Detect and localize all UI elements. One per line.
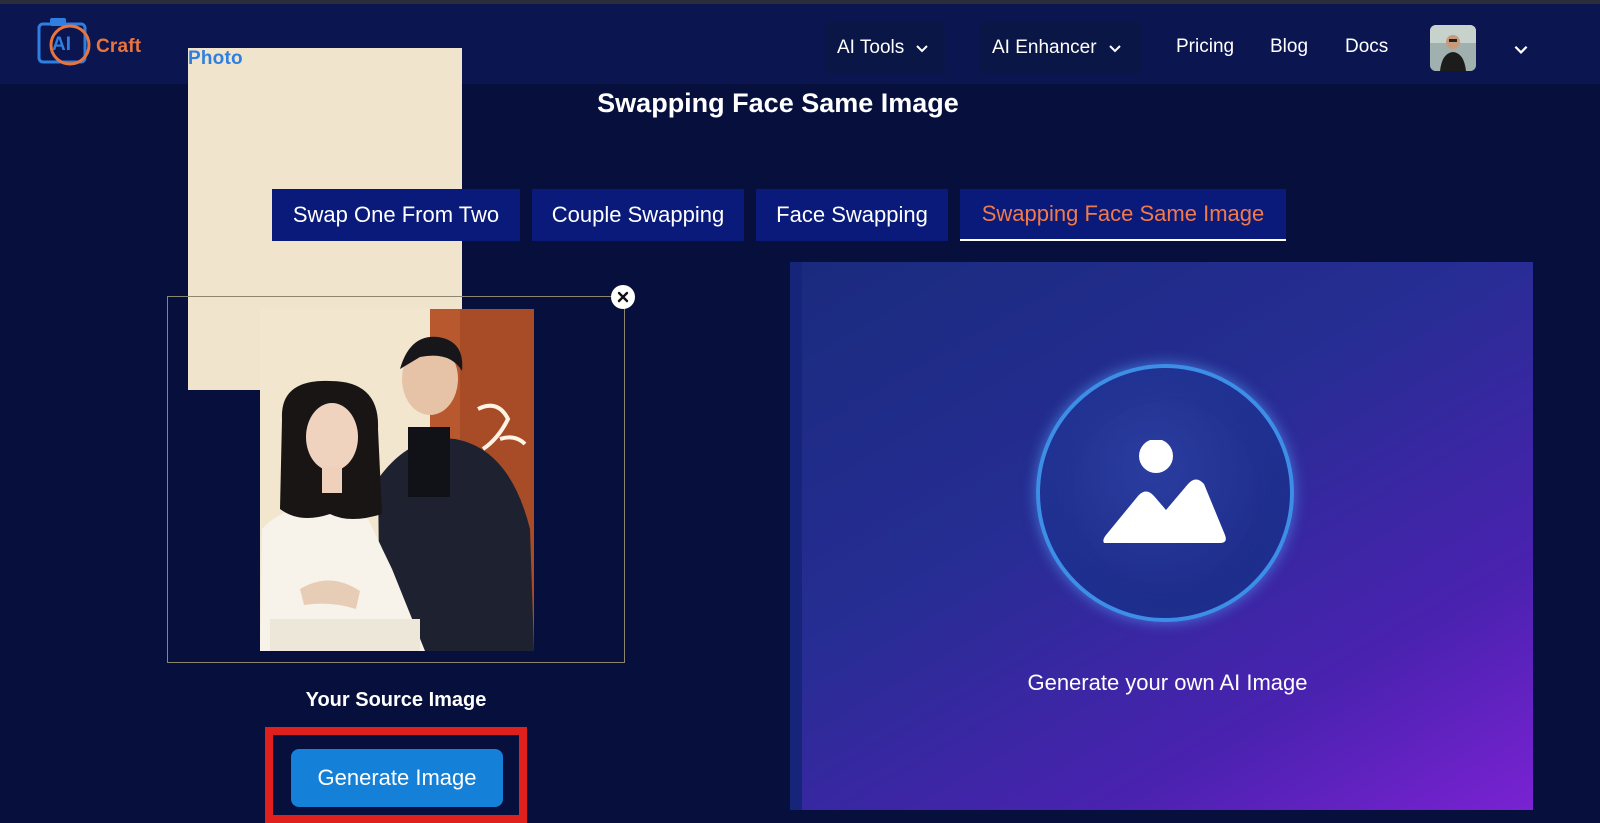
image-placeholder-icon <box>1103 440 1226 543</box>
output-placeholder-text: Generate your own AI Image <box>1027 670 1308 695</box>
nav-ai-enhancer-label: AI Enhancer <box>992 37 1097 58</box>
couple-photo <box>260 309 534 651</box>
site-header: AI Photo Craft AI Tools AI Enhancer Prici… <box>0 4 1600 390</box>
user-avatar[interactable] <box>1430 25 1476 71</box>
nav-ai-tools-dropdown[interactable]: AI Tools <box>825 22 945 74</box>
tab-label: Couple Swapping <box>551 202 725 227</box>
tab-swapping-face-same-image[interactable]: Swapping Face Same Image <box>960 189 1286 241</box>
tab-face-swapping[interactable]: Face Swapping <box>756 189 948 241</box>
brand-logo[interactable]: AI Photo Craft <box>36 12 462 390</box>
avatar-image <box>1430 25 1476 71</box>
source-image-dropzone[interactable] <box>167 296 625 663</box>
logo-ai-text: AI <box>52 34 71 55</box>
generate-image-button[interactable]: Generate Image <box>291 749 503 807</box>
output-placeholder-ring <box>1036 364 1294 622</box>
close-icon <box>617 291 629 303</box>
nav-pricing-link[interactable]: Pricing <box>1176 36 1234 58</box>
user-menu-chevron-icon[interactable] <box>1512 40 1530 58</box>
nav-ai-tools-label: AI Tools <box>837 37 905 58</box>
tab-label: Swap One From Two <box>292 202 500 227</box>
nav-docs-link[interactable]: Docs <box>1345 36 1388 58</box>
output-image-panel: Generate your own AI Image <box>790 262 1533 810</box>
logo-wordmark: Photo Craft <box>96 36 462 390</box>
tab-label: Face Swapping <box>776 202 928 227</box>
tab-couple-swapping[interactable]: Couple Swapping <box>532 189 744 241</box>
chevron-down-icon <box>1108 45 1121 53</box>
logo-craft-text: Craft <box>96 36 142 57</box>
remove-image-button[interactable] <box>611 285 635 309</box>
nav-ai-enhancer-dropdown[interactable]: AI Enhancer <box>980 22 1142 74</box>
page-title: Swapping Face Same Image <box>597 88 959 118</box>
tab-swap-one-from-two[interactable]: Swap One From Two <box>272 189 520 241</box>
chevron-down-icon <box>916 45 928 53</box>
source-image-label: Your Source Image <box>305 689 487 711</box>
tab-label: Swapping Face Same Image <box>981 201 1265 226</box>
source-image-preview <box>260 309 534 651</box>
nav-blog-link[interactable]: Blog <box>1270 36 1308 58</box>
